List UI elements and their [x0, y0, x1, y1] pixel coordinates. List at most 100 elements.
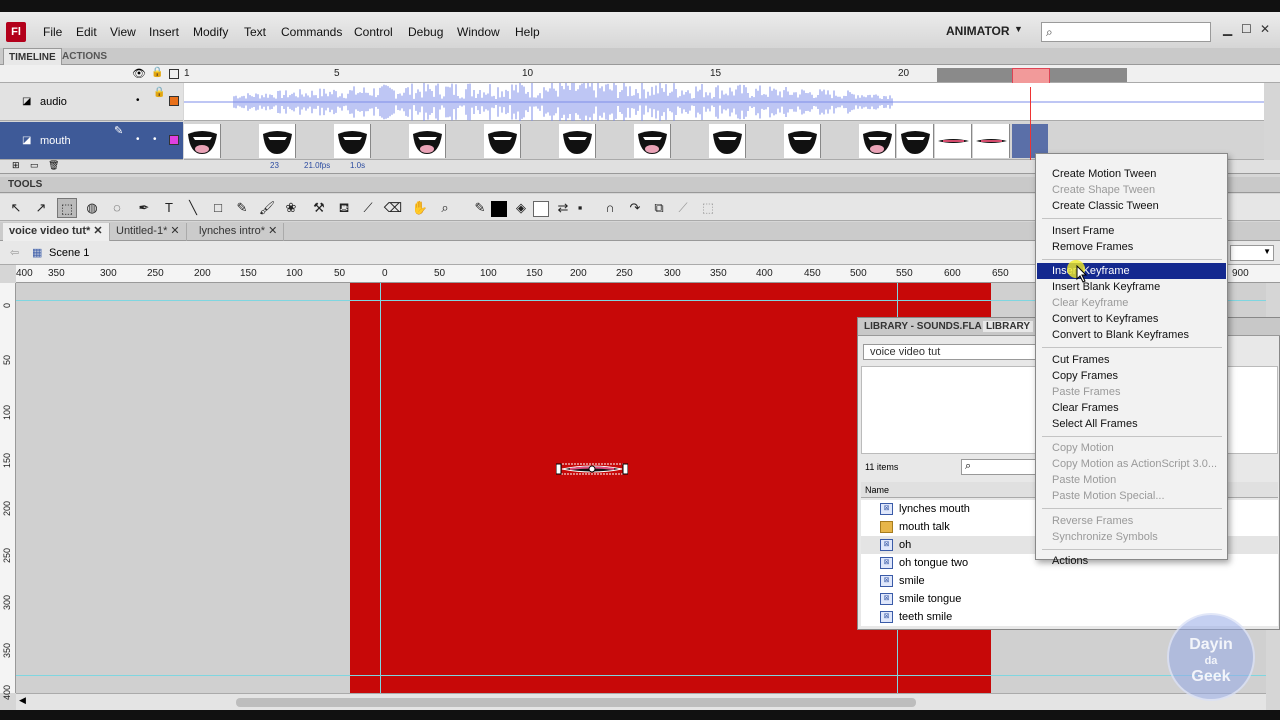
- close-icon[interactable]: ✕: [268, 225, 277, 237]
- menu-debug[interactable]: Debug: [408, 25, 443, 39]
- mouth-keyframe[interactable]: [935, 124, 972, 158]
- layer-color-swatch[interactable]: [169, 96, 179, 106]
- mouth-keyframe[interactable]: [709, 124, 746, 158]
- lock-icon[interactable]: 🔒: [151, 67, 163, 78]
- menu-item-create-classic-tween[interactable]: Create Classic Tween: [1037, 198, 1226, 214]
- subselection-tool-icon[interactable]: ↗: [31, 198, 51, 218]
- chevron-down-icon[interactable]: ▼: [1014, 24, 1023, 34]
- horizontal-scrollbar[interactable]: ◀: [16, 693, 1266, 710]
- guide-line[interactable]: [16, 675, 1266, 676]
- tab-actions[interactable]: ACTIONS: [57, 48, 112, 65]
- 3d-rotation-tool-icon[interactable]: ◍: [82, 198, 102, 218]
- close-icon[interactable]: ✕: [170, 225, 179, 237]
- new-folder-icon[interactable]: ▭: [30, 160, 39, 171]
- tab-library[interactable]: LIBRARY: [983, 321, 1034, 332]
- menu-item-clear-frames[interactable]: Clear Frames: [1037, 400, 1226, 416]
- help-search-input[interactable]: ⌕: [1041, 22, 1211, 42]
- menu-modify[interactable]: Modify: [193, 25, 228, 39]
- library-item[interactable]: ⊠ smile: [861, 572, 1278, 590]
- back-arrow-icon[interactable]: ⇦: [10, 246, 19, 259]
- menu-item-insert-keyframe[interactable]: Insert Keyframe: [1037, 263, 1226, 279]
- mouth-keyframe[interactable]: [259, 124, 296, 158]
- mouth-keyframe[interactable]: [559, 124, 596, 158]
- smooth-icon[interactable]: ↷: [625, 198, 645, 218]
- visibility-dot[interactable]: •: [136, 134, 140, 145]
- menu-item-remove-frames[interactable]: Remove Frames: [1037, 239, 1226, 255]
- mouth-keyframe[interactable]: [973, 124, 1010, 158]
- lasso-tool-icon[interactable]: ◌: [107, 198, 127, 218]
- lock-dot[interactable]: •: [153, 134, 157, 145]
- menu-item-convert-to-blank-keyframes[interactable]: Convert to Blank Keyframes: [1037, 327, 1226, 343]
- library-document-select[interactable]: voice video tut: [863, 344, 1043, 360]
- text-tool-icon[interactable]: T: [159, 198, 179, 218]
- menu-insert[interactable]: Insert: [149, 25, 179, 39]
- menu-item-create-motion-tween[interactable]: Create Motion Tween: [1037, 166, 1226, 182]
- mouth-keyframe[interactable]: [484, 124, 521, 158]
- rectangle-tool-icon[interactable]: □: [208, 198, 228, 218]
- menu-window[interactable]: Window: [457, 25, 500, 39]
- eye-icon[interactable]: 👁: [132, 67, 146, 80]
- menu-control[interactable]: Control: [354, 25, 393, 39]
- zoom-tool-icon[interactable]: ⌕: [435, 198, 455, 218]
- menu-item-cut-frames[interactable]: Cut Frames: [1037, 352, 1226, 368]
- menu-view[interactable]: View: [110, 25, 136, 39]
- eraser-icon[interactable]: ⌫: [383, 198, 403, 218]
- mouth-keyframe[interactable]: [859, 124, 896, 158]
- menu-item-copy-frames[interactable]: Copy Frames: [1037, 368, 1226, 384]
- tab-lynches-intro[interactable]: lynches intro* ✕: [193, 223, 285, 241]
- menu-text[interactable]: Text: [244, 25, 266, 39]
- tab-untitled-1[interactable]: Untitled-1* ✕: [110, 223, 187, 241]
- audio-frames[interactable]: [184, 79, 1264, 125]
- delete-layer-icon[interactable]: 🗑: [48, 160, 59, 171]
- library-item[interactable]: ⊠ smile tongue: [861, 590, 1278, 608]
- straighten-icon[interactable]: ⧉: [649, 198, 669, 218]
- pencil-tool-icon[interactable]: ✎: [232, 198, 252, 218]
- lock-icon[interactable]: 🔒: [153, 87, 165, 98]
- snap-icon[interactable]: ∩: [600, 198, 620, 218]
- zoom-select[interactable]: ▼: [1230, 245, 1274, 261]
- menu-item-convert-to-keyframes[interactable]: Convert to Keyframes: [1037, 311, 1226, 327]
- maximize-icon[interactable]: ☐: [1241, 22, 1252, 36]
- guide-line[interactable]: [380, 283, 381, 693]
- scroll-thumb[interactable]: [236, 698, 916, 707]
- pen-tool-icon[interactable]: ✒: [134, 198, 154, 218]
- frame-rate[interactable]: 21.0fps: [304, 161, 330, 170]
- menu-edit[interactable]: Edit: [76, 25, 97, 39]
- layer-audio[interactable]: ◪ audio • 🔒: [0, 83, 183, 121]
- close-icon[interactable]: ✕: [93, 225, 102, 237]
- close-icon[interactable]: ✕: [1260, 22, 1270, 36]
- tab-voice-video-tut[interactable]: voice video tut* ✕: [3, 223, 110, 241]
- scroll-left-icon[interactable]: ◀: [19, 695, 26, 706]
- fill-color-swatch[interactable]: [533, 201, 549, 217]
- stroke-color-swatch[interactable]: [491, 201, 507, 217]
- brush-tool-icon[interactable]: 🖌: [257, 198, 277, 218]
- deco-tool-icon[interactable]: ❀: [281, 198, 301, 218]
- line-tool-icon[interactable]: ╲: [183, 198, 203, 218]
- menu-file[interactable]: File: [43, 25, 62, 39]
- scene-label[interactable]: Scene 1: [49, 247, 89, 259]
- menu-commands[interactable]: Commands: [281, 25, 342, 39]
- menu-item-insert-frame[interactable]: Insert Frame: [1037, 223, 1226, 239]
- free-transform-tool-icon[interactable]: ⬚: [57, 198, 77, 218]
- hand-tool-icon[interactable]: ✋: [410, 198, 430, 218]
- mouth-keyframe[interactable]: [897, 124, 934, 158]
- layer-mouth[interactable]: ◪ mouth ✎ • •: [0, 122, 183, 160]
- layer-color-swatch[interactable]: [169, 135, 179, 145]
- mouth-keyframe[interactable]: [184, 124, 221, 158]
- menu-item-actions[interactable]: Actions: [1037, 553, 1226, 569]
- menu-item-select-all-frames[interactable]: Select All Frames: [1037, 416, 1226, 432]
- stroke-color-icon[interactable]: ✎: [470, 198, 490, 218]
- fill-color-icon[interactable]: ◈: [511, 198, 531, 218]
- selection-tool-icon[interactable]: ↖: [6, 198, 26, 218]
- tab-library-sounds[interactable]: LIBRARY - SOUNDS.FLA: [864, 321, 982, 332]
- mouth-keyframe[interactable]: [784, 124, 821, 158]
- paint-bucket-icon[interactable]: ⛾: [334, 198, 354, 218]
- minimize-icon[interactable]: ▁: [1223, 22, 1232, 36]
- eyedropper-icon[interactable]: ⟋: [358, 198, 378, 218]
- menu-item-insert-blank-keyframe[interactable]: Insert Blank Keyframe: [1037, 279, 1226, 295]
- workspace-switcher[interactable]: ANIMATOR: [946, 24, 1010, 38]
- new-layer-icon[interactable]: ⊞: [12, 160, 20, 171]
- mouth-keyframe[interactable]: [409, 124, 446, 158]
- tab-timeline[interactable]: TIMELINE: [3, 48, 62, 65]
- mouth-symbol-instance[interactable]: [556, 461, 628, 477]
